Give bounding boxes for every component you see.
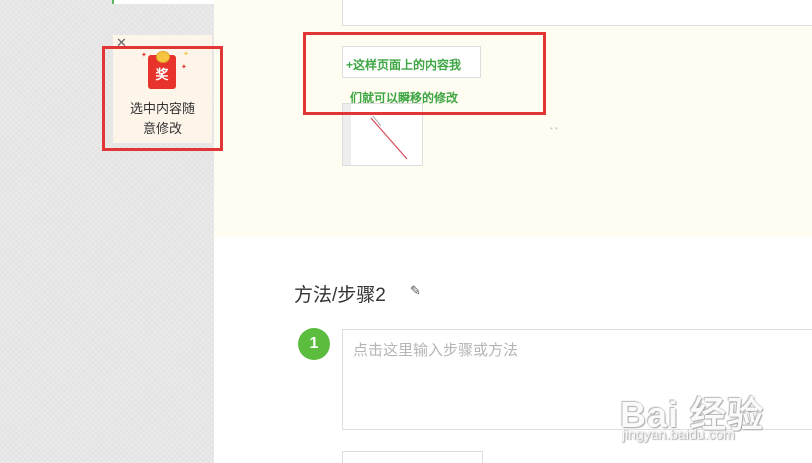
divider-dot: • •: [550, 124, 558, 133]
pencil-icon[interactable]: ✎: [410, 283, 421, 299]
annotation-highlight-box: [102, 46, 223, 151]
add-image-button-fragment[interactable]: [342, 451, 483, 463]
annotation-highlight-box: [303, 32, 546, 115]
step-number-badge: 1: [298, 328, 330, 360]
sidebar-card-fragment: [112, 0, 214, 4]
section-title: 方法/步骤2: [294, 285, 386, 306]
watermark-url: jingyan.baidu.com: [622, 426, 735, 442]
watermark: Bai 经验 jingyan.baidu.com: [618, 374, 812, 463]
text-input-fragment[interactable]: [342, 0, 812, 26]
